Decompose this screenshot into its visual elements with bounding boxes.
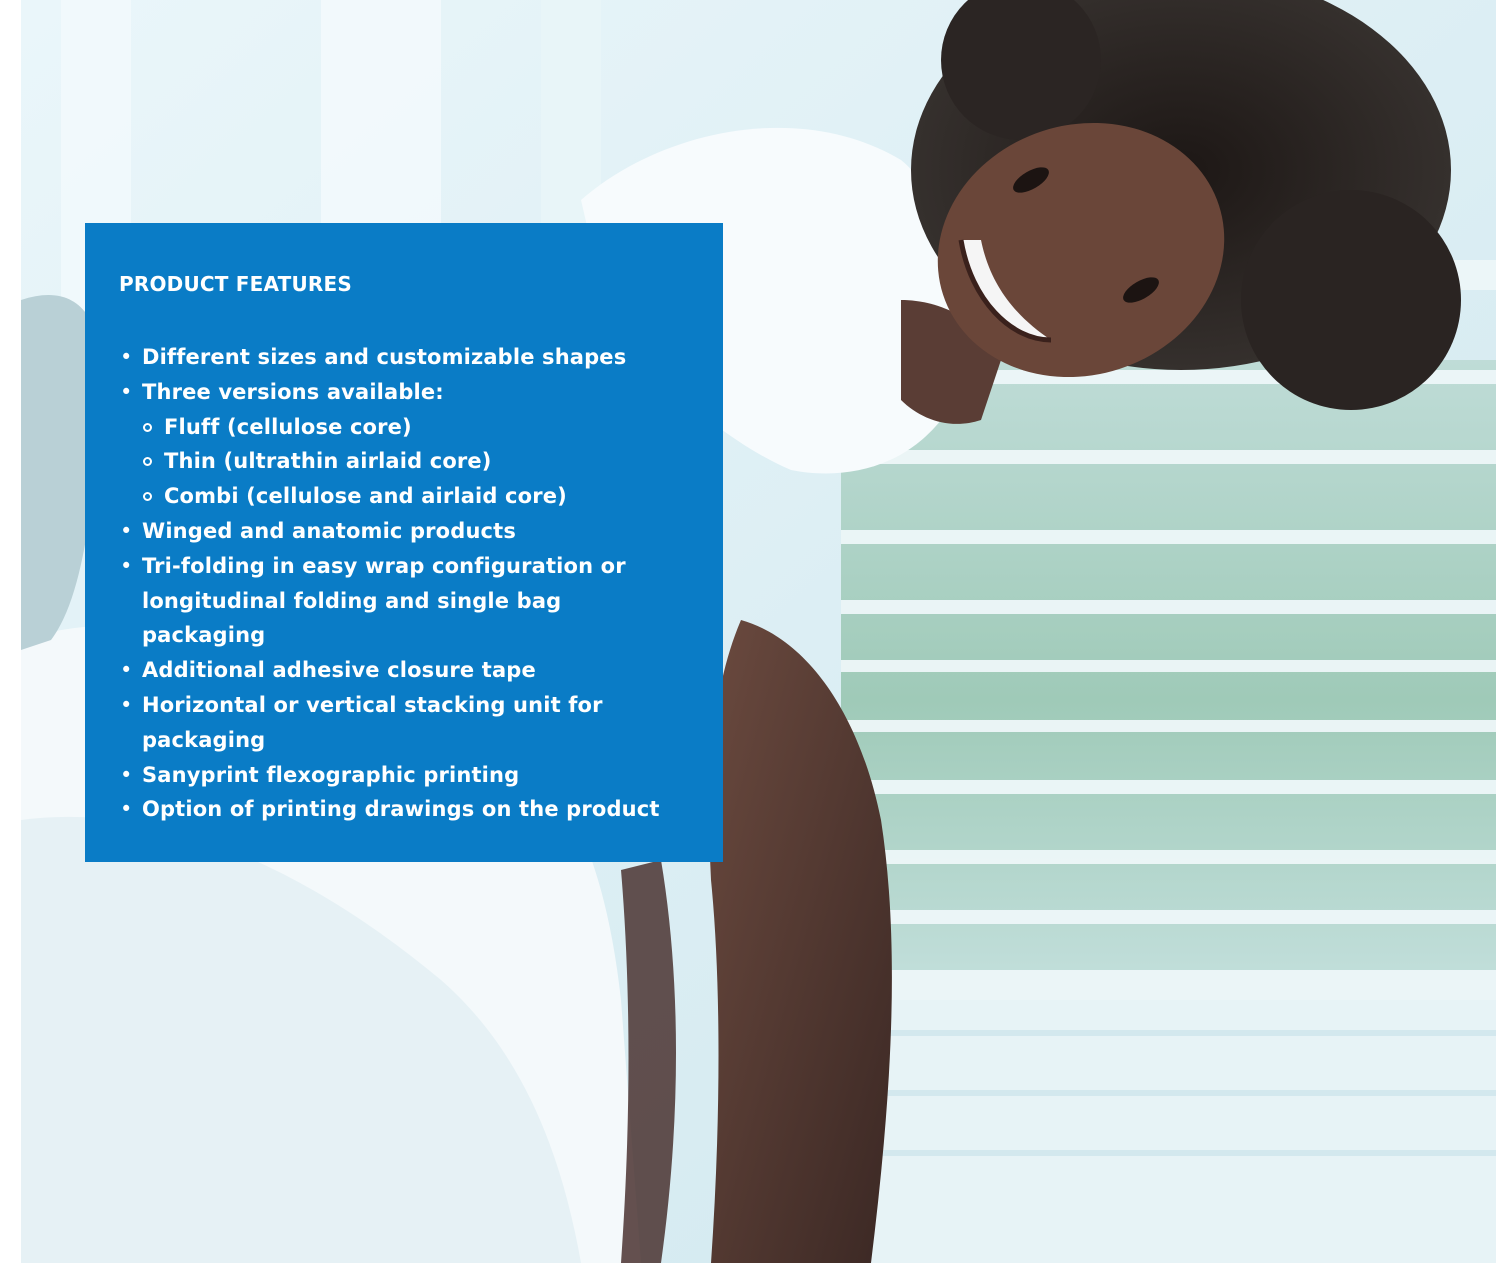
feature-text: Option of printing drawings on the produ… xyxy=(142,797,660,822)
feature-item: • Additional adhesive closure tape xyxy=(119,653,689,688)
bullet-icon: • xyxy=(120,658,133,683)
feature-text: Different sizes and customizable shapes xyxy=(142,345,627,369)
sub-feature-item: Combi (cellulose and airlaid core) xyxy=(142,479,689,514)
feature-text: Sanyprint flexographic printing xyxy=(142,762,520,787)
ring-bullet-icon xyxy=(143,457,152,467)
feature-text: Three versions available: xyxy=(142,379,444,404)
page-margin xyxy=(0,0,21,1263)
feature-item: • Winged and anatomic products xyxy=(119,514,689,549)
feature-text: Tri-folding in easy wrap configuration o… xyxy=(142,553,626,648)
product-features-title: PRODUCT FEATURES xyxy=(119,272,352,296)
bullet-icon: • xyxy=(120,553,133,578)
feature-item: • Three versions available: Fluff (cellu… xyxy=(119,375,689,514)
sub-feature-item: Thin (ultrathin airlaid core) xyxy=(142,444,689,479)
sub-feature-text: Thin (ultrathin airlaid core) xyxy=(164,449,492,474)
ring-bullet-icon xyxy=(143,422,152,432)
bullet-icon: • xyxy=(120,379,133,404)
feature-item: • Different sizes and customizable shape… xyxy=(119,340,689,375)
sub-feature-text: Combi (cellulose and airlaid core) xyxy=(164,484,567,509)
bullet-icon: • xyxy=(120,692,133,717)
bullet-icon: • xyxy=(120,762,133,787)
brochure-page: PRODUCT FEATURES • Different sizes and c… xyxy=(0,0,1496,1263)
feature-text: Additional adhesive closure tape xyxy=(142,658,536,683)
feature-text: Winged and anatomic products xyxy=(142,518,516,543)
product-features-box: PRODUCT FEATURES • Different sizes and c… xyxy=(85,223,723,862)
feature-item: • Horizontal or vertical stacking unit f… xyxy=(119,688,689,758)
bullet-icon: • xyxy=(120,797,133,822)
feature-item: • Sanyprint flexographic printing xyxy=(119,758,689,793)
feature-item: • Tri-folding in easy wrap configuration… xyxy=(119,549,689,653)
versions-sublist: Fluff (cellulose core) Thin (ultrathin a… xyxy=(142,410,689,514)
feature-text: Horizontal or vertical stacking unit for… xyxy=(142,692,603,752)
sub-feature-item: Fluff (cellulose core) xyxy=(142,410,689,445)
bullet-icon: • xyxy=(120,518,133,543)
sub-feature-text: Fluff (cellulose core) xyxy=(164,414,412,439)
ring-bullet-icon xyxy=(143,492,152,502)
product-features-list: • Different sizes and customizable shape… xyxy=(119,340,689,827)
bullet-icon: • xyxy=(120,345,133,369)
feature-item: • Option of printing drawings on the pro… xyxy=(119,792,689,827)
